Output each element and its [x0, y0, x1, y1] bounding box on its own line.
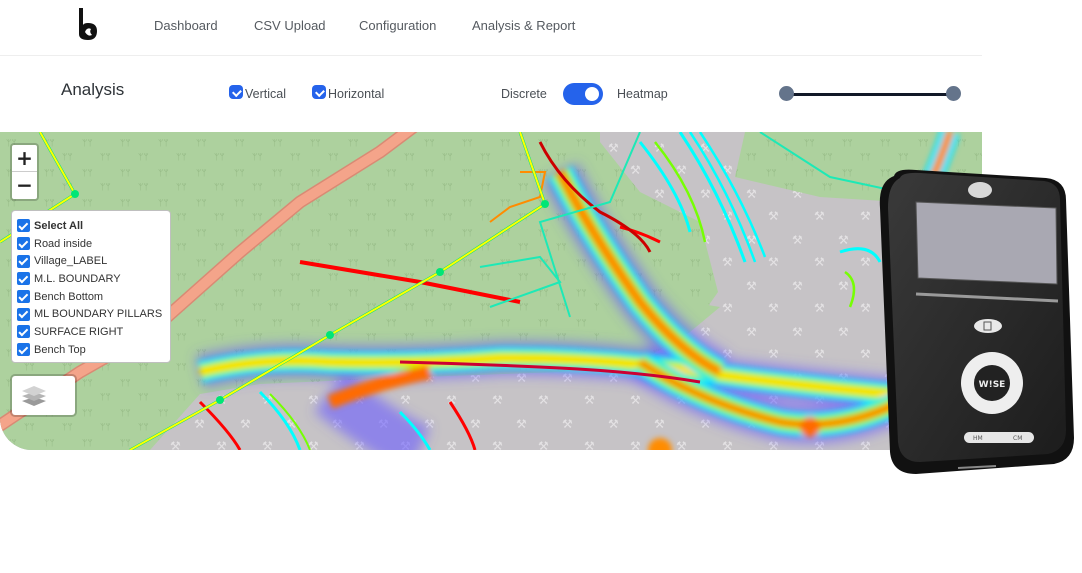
layer-select-all[interactable]: Select All — [17, 217, 170, 235]
layer-ml-boundary-pillars[interactable]: ML BOUNDARY PILLARS — [17, 305, 170, 323]
range-slider-max-thumb[interactable] — [946, 86, 961, 101]
layer-label: Village_LABEL — [34, 255, 108, 268]
layer-checkbox[interactable] — [17, 307, 30, 321]
vertical-checkbox[interactable]: Vertical — [229, 85, 286, 101]
device-menu-button — [974, 319, 1002, 333]
layer-label: SURFACE RIGHT — [34, 325, 124, 338]
toggle-knob — [585, 87, 599, 101]
range-slider[interactable] — [779, 86, 961, 102]
layer-surface-right[interactable]: SURFACE RIGHT — [17, 323, 170, 341]
nav-csv-upload[interactable]: CSV Upload — [254, 18, 326, 33]
range-slider-track — [786, 93, 954, 96]
horizontal-checkbox[interactable]: Horizontal — [312, 85, 385, 101]
layer-bench-bottom[interactable]: Bench Bottom — [17, 288, 170, 306]
heatmap-label: Heatmap — [617, 87, 668, 101]
layer-checkbox[interactable] — [17, 290, 30, 304]
nav-analysis-report[interactable]: Analysis & Report — [472, 18, 575, 33]
discrete-heatmap-toggle[interactable] — [563, 83, 603, 105]
brand-logo-icon[interactable] — [74, 6, 102, 42]
layer-road-inside[interactable]: Road inside — [17, 235, 170, 253]
range-slider-min-thumb[interactable] — [779, 86, 794, 101]
zoom-out-button[interactable]: − — [12, 172, 37, 199]
device-brand-text: W!SE — [979, 380, 1006, 390]
layer-label: Bench Top — [34, 343, 86, 356]
vertical-checkbox-box[interactable] — [229, 85, 243, 99]
layer-bench-top[interactable]: Bench Top — [17, 341, 170, 359]
layer-label: Road inside — [34, 237, 93, 250]
device-sensor-icon — [968, 182, 992, 198]
layer-label: Bench Bottom — [34, 290, 104, 303]
zoom-control: + − — [10, 143, 39, 201]
device-screen — [915, 201, 1058, 285]
layer-checkbox[interactable] — [17, 343, 30, 357]
horizontal-checkbox-box[interactable] — [312, 85, 326, 99]
page-title: Analysis — [61, 80, 125, 99]
layers-icon — [22, 386, 46, 406]
layer-checkbox[interactable] — [17, 254, 30, 268]
discrete-label: Discrete — [501, 87, 547, 101]
layer-checkbox[interactable] — [17, 237, 30, 251]
layers-panel: Select All Road inside Village_LABEL M.L… — [11, 210, 171, 363]
wise-device-image: W!SE HM CM — [879, 169, 1074, 474]
device-hm-label: HM — [973, 435, 983, 442]
map-view[interactable]: ᛘᛘ ᛘᛘ ⚒ ⚒ — [0, 132, 982, 450]
layer-ml-boundary[interactable]: M.L. BOUNDARY — [17, 270, 170, 288]
layers-toggle-button[interactable] — [10, 374, 77, 417]
top-navigation: Dashboard CSV Upload Configuration Analy… — [0, 0, 982, 56]
layer-village-label[interactable]: Village_LABEL — [17, 252, 170, 270]
layer-label: M.L. BOUNDARY — [34, 272, 121, 285]
zoom-in-button[interactable]: + — [12, 145, 37, 172]
horizontal-checkbox-label: Horizontal — [328, 87, 385, 101]
nav-configuration[interactable]: Configuration — [359, 18, 436, 33]
layer-label: ML BOUNDARY PILLARS — [34, 308, 163, 321]
nav-dashboard[interactable]: Dashboard — [154, 18, 218, 33]
vertical-checkbox-label: Vertical — [245, 87, 286, 101]
device-cm-label: CM — [1013, 435, 1022, 442]
layer-checkbox[interactable] — [17, 272, 30, 286]
layer-checkbox[interactable] — [17, 219, 30, 233]
layer-label: Select All — [34, 219, 84, 232]
layer-checkbox[interactable] — [17, 325, 30, 339]
